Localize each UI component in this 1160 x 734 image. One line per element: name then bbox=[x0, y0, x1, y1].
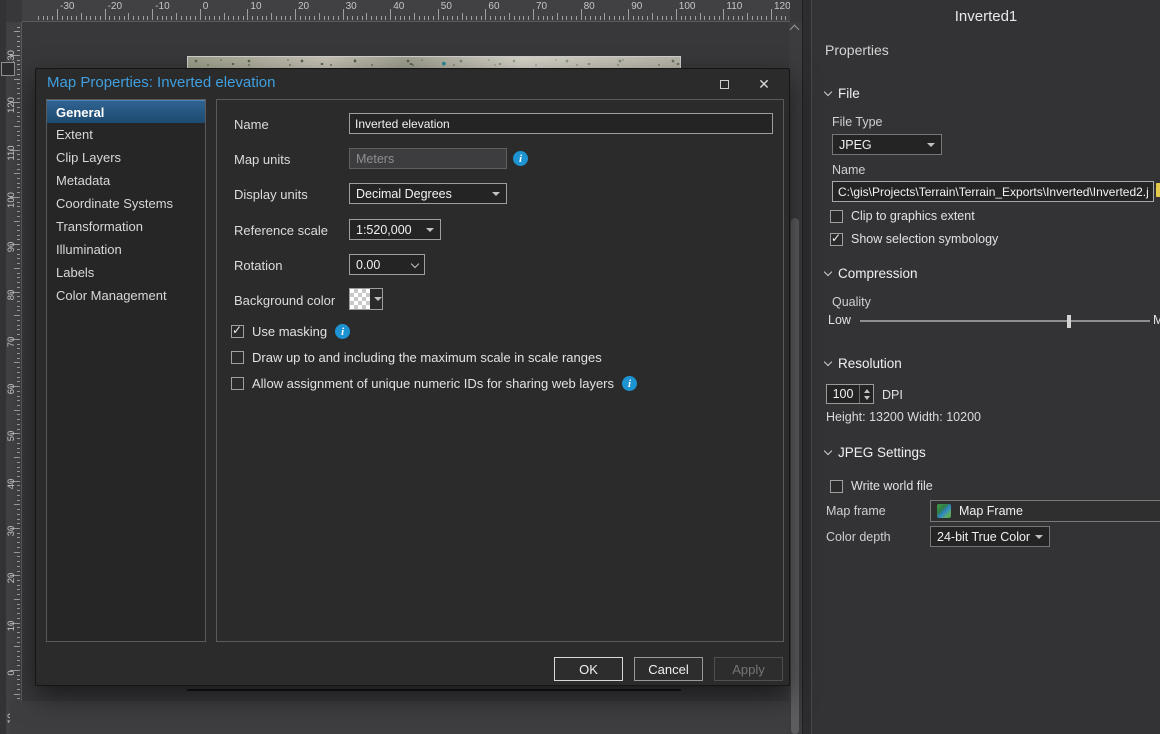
sidebar-item-general[interactable]: General bbox=[47, 100, 205, 123]
sidebar-item-color-management[interactable]: Color Management bbox=[47, 284, 205, 307]
export-path-input[interactable] bbox=[832, 181, 1154, 202]
chevron-down-icon bbox=[411, 259, 419, 267]
export-item-name: Inverted1 bbox=[812, 8, 1160, 25]
unique-ids-checkbox[interactable] bbox=[231, 377, 244, 390]
export-size-text: Height: 13200 Width: 10200 bbox=[826, 410, 981, 424]
apply-button[interactable]: Apply bbox=[714, 657, 783, 681]
dropdown-arrow-icon bbox=[927, 143, 935, 147]
world-file-checkbox[interactable] bbox=[830, 480, 843, 493]
jpeg-settings-section-header[interactable]: JPEG Settings bbox=[825, 445, 926, 460]
chevron-down-icon bbox=[824, 358, 832, 366]
dialog-sidebar: General Extent Clip Layers Metadata Coor… bbox=[46, 99, 206, 642]
clip-extent-row: Clip to graphics extent bbox=[830, 209, 975, 223]
clip-extent-checkbox[interactable] bbox=[830, 210, 843, 223]
resolution-section-header[interactable]: Resolution bbox=[825, 356, 902, 371]
background-color-picker[interactable] bbox=[349, 288, 383, 310]
close-icon: ✕ bbox=[758, 76, 770, 93]
dialog-title: Map Properties: Inverted elevation bbox=[47, 74, 275, 91]
selection-symbology-row: Show selection symbology bbox=[830, 232, 998, 246]
map-properties-dialog: Map Properties: Inverted elevation ✕ Gen… bbox=[35, 68, 790, 686]
dialog-content: Name Map units Meters i Display units De… bbox=[216, 99, 784, 642]
map-units-label: Map units bbox=[234, 152, 290, 167]
color-depth-dropdown[interactable]: 24-bit True Color bbox=[930, 526, 1050, 547]
map-units-info-icon[interactable]: i bbox=[513, 151, 528, 166]
file-type-label: File Type bbox=[832, 115, 883, 129]
world-file-row: Write world file bbox=[830, 479, 933, 493]
selection-symbology-checkbox[interactable] bbox=[830, 233, 843, 246]
quality-label: Quality bbox=[832, 295, 871, 309]
map-frame-label: Map frame bbox=[826, 504, 886, 518]
dropdown-arrow-icon bbox=[1035, 535, 1043, 539]
reference-scale-label: Reference scale bbox=[234, 223, 328, 238]
maximize-icon bbox=[720, 80, 729, 89]
dropdown-arrow-icon bbox=[374, 297, 382, 301]
chevron-down-icon bbox=[824, 88, 832, 96]
export-pane: Inverted1 Properties File File Type JPEG… bbox=[812, 0, 1160, 734]
close-button[interactable]: ✕ bbox=[749, 73, 779, 95]
layout-page-bottom-edge bbox=[187, 689, 681, 691]
sidebar-item-transformation[interactable]: Transformation bbox=[47, 215, 205, 238]
dropdown-arrow-icon bbox=[426, 228, 434, 232]
export-name-label: Name bbox=[832, 163, 865, 177]
file-type-dropdown[interactable]: JPEG bbox=[832, 134, 942, 155]
chevron-down-icon bbox=[824, 268, 832, 276]
map-name-input[interactable] bbox=[349, 113, 773, 134]
file-section-header[interactable]: File bbox=[825, 86, 860, 101]
map-frame-dropdown[interactable]: Map Frame bbox=[930, 500, 1160, 522]
unique-ids-row: Allow assignment of unique numeric IDs f… bbox=[231, 376, 637, 391]
sidebar-item-illumination[interactable]: Illumination bbox=[47, 238, 205, 261]
map-units-field: Meters bbox=[349, 148, 507, 169]
display-units-dropdown[interactable]: Decimal Degrees bbox=[349, 183, 507, 204]
vertical-scrollbar[interactable] bbox=[789, 22, 802, 734]
compression-section-header[interactable]: Compression bbox=[825, 266, 918, 281]
sidebar-item-labels[interactable]: Labels bbox=[47, 261, 205, 284]
chevron-down-icon bbox=[824, 447, 832, 455]
rotation-label: Rotation bbox=[234, 258, 282, 273]
properties-heading: Properties bbox=[825, 42, 889, 58]
layout-corner-button bbox=[1, 62, 15, 76]
scroll-up-icon[interactable] bbox=[790, 25, 800, 35]
maximize-button[interactable] bbox=[709, 73, 739, 95]
rotation-combobox[interactable]: 0.00 bbox=[349, 254, 425, 275]
unique-ids-info-icon[interactable]: i bbox=[622, 376, 637, 391]
layout-page-shadow bbox=[10, 701, 790, 734]
dropdown-arrow-icon bbox=[492, 192, 500, 196]
quality-max-label: M bbox=[1153, 313, 1160, 327]
sidebar-item-metadata[interactable]: Metadata bbox=[47, 169, 205, 192]
display-units-label: Display units bbox=[234, 187, 308, 202]
quality-slider[interactable] bbox=[860, 320, 1150, 322]
draw-max-scale-checkbox[interactable] bbox=[231, 351, 244, 364]
dpi-spinner[interactable]: 100 bbox=[826, 384, 874, 404]
browse-folder-icon[interactable] bbox=[1156, 186, 1160, 197]
name-label: Name bbox=[234, 117, 269, 132]
reference-scale-dropdown[interactable]: 1:520,000 bbox=[349, 219, 441, 240]
quality-low-label: Low bbox=[828, 313, 851, 327]
sidebar-item-extent[interactable]: Extent bbox=[47, 123, 205, 146]
use-masking-info-icon[interactable]: i bbox=[335, 324, 350, 339]
use-masking-row: Use masking i bbox=[231, 324, 350, 339]
scrollbar-thumb[interactable] bbox=[791, 218, 799, 734]
background-color-label: Background color bbox=[234, 293, 335, 308]
spinner-arrows-icon[interactable] bbox=[859, 385, 873, 403]
sidebar-item-coordinate-systems[interactable]: Coordinate Systems bbox=[47, 192, 205, 215]
arcgis-pro-window: -30-20-100102030405060708090100110120 13… bbox=[0, 0, 1160, 734]
dpi-label: DPI bbox=[882, 388, 903, 402]
draw-max-scale-row: Draw up to and including the maximum sca… bbox=[231, 350, 602, 365]
vertical-ruler: 1301201101009080706050403020100-10 bbox=[6, 22, 22, 734]
map-frame-icon bbox=[937, 504, 951, 518]
horizontal-ruler: -30-20-100102030405060708090100110120 bbox=[22, 0, 790, 22]
cancel-button[interactable]: Cancel bbox=[634, 657, 703, 681]
quality-slider-handle[interactable] bbox=[1067, 315, 1071, 328]
ok-button[interactable]: OK bbox=[554, 657, 623, 681]
color-depth-label: Color depth bbox=[826, 530, 891, 544]
sidebar-item-clip-layers[interactable]: Clip Layers bbox=[47, 146, 205, 169]
use-masking-checkbox[interactable] bbox=[231, 325, 244, 338]
pane-splitter[interactable] bbox=[802, 0, 812, 734]
transparent-color-swatch bbox=[350, 289, 370, 309]
